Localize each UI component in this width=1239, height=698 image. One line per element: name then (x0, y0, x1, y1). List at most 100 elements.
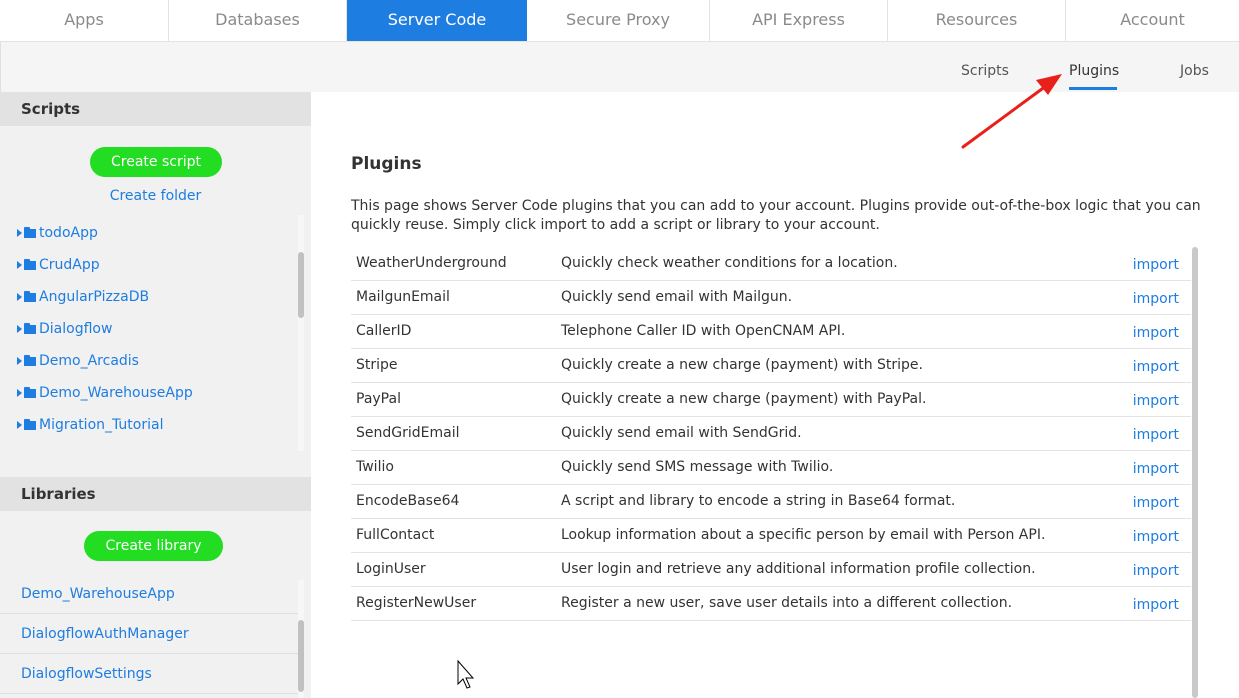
active-subtab-indicator (1069, 87, 1117, 90)
caret-right-icon[interactable] (17, 389, 22, 397)
subtab-jobs[interactable]: Jobs (1180, 63, 1209, 79)
tab-server-code[interactable]: Server Code (347, 0, 527, 41)
caret-right-icon[interactable] (17, 229, 22, 237)
folder-icon (24, 323, 36, 334)
scripts-scrollbar-thumb[interactable] (298, 252, 304, 318)
libraries-scrollbar-thumb[interactable] (298, 620, 304, 692)
plugin-description: Quickly check weather conditions for a l… (561, 255, 898, 271)
sidebar: Scripts Create script Create folder todo… (0, 92, 311, 698)
plugin-name: LoginUser (356, 561, 426, 577)
tab-resources[interactable]: Resources (888, 0, 1066, 41)
table-row: SendGridEmail Quickly send email with Se… (351, 417, 1191, 451)
folder-icon (24, 419, 36, 430)
subtab-plugins[interactable]: Plugins (1069, 63, 1119, 79)
folder-item-angularpizzadb[interactable]: AngularPizzaDB (17, 286, 149, 308)
caret-right-icon[interactable] (17, 421, 22, 429)
plugin-description: Quickly send email with SendGrid. (561, 425, 802, 441)
library-item[interactable]: DialogflowAuthManager (0, 614, 300, 654)
libraries-section-title: Libraries (0, 477, 311, 511)
plugin-description: User login and retrieve any additional i… (561, 561, 1036, 577)
folder-item-demo-arcadis[interactable]: Demo_Arcadis (17, 350, 139, 372)
import-link[interactable]: import (1133, 359, 1179, 375)
page-description: This page shows Server Code plugins that… (351, 198, 1201, 233)
create-folder-link[interactable]: Create folder (110, 188, 202, 204)
plugin-name: WeatherUnderground (356, 255, 507, 271)
plugin-name: FullContact (356, 527, 435, 543)
create-script-button[interactable]: Create script (90, 147, 222, 177)
import-link[interactable]: import (1133, 325, 1179, 341)
tab-secure-proxy[interactable]: Secure Proxy (527, 0, 710, 41)
library-item[interactable]: Demo_WarehouseApp (0, 580, 300, 614)
folder-icon (24, 259, 36, 270)
page-title: Plugins (351, 154, 422, 174)
caret-right-icon[interactable] (17, 357, 22, 365)
caret-right-icon[interactable] (17, 325, 22, 333)
scripts-folder-tree: todoApp CrudApp AngularPizzaDB Dialogflo… (0, 215, 300, 451)
table-row: Stripe Quickly create a new charge (paym… (351, 349, 1191, 383)
tab-api-express[interactable]: API Express (710, 0, 888, 41)
folder-icon (24, 355, 36, 366)
plugin-name: MailgunEmail (356, 289, 450, 305)
plugin-description: Quickly send email with Mailgun. (561, 289, 793, 305)
library-label[interactable]: DialogflowAuthManager (21, 626, 189, 642)
libraries-list: Demo_WarehouseApp DialogflowAuthManager … (0, 580, 300, 698)
scripts-scrollbar-track[interactable] (298, 215, 304, 451)
plugin-description: Quickly send SMS message with Twilio. (561, 459, 834, 475)
folder-icon (24, 227, 36, 238)
tab-apps[interactable]: Apps (0, 0, 169, 41)
plugin-name: Twilio (356, 459, 394, 475)
library-label[interactable]: DialogflowSettings (21, 666, 152, 682)
main-scrollbar[interactable] (1192, 247, 1198, 698)
plugin-description: Register a new user, save user details i… (561, 595, 1013, 611)
table-row: FullContact Lookup information about a s… (351, 519, 1191, 553)
tab-account[interactable]: Account (1066, 0, 1239, 41)
tab-databases[interactable]: Databases (169, 0, 347, 41)
create-library-button[interactable]: Create library (84, 531, 223, 561)
folder-item-dialogflow[interactable]: Dialogflow (17, 318, 112, 340)
import-link[interactable]: import (1133, 257, 1179, 273)
folder-item-crudapp[interactable]: CrudApp (17, 254, 100, 276)
library-item[interactable]: DialogflowSettings (0, 654, 300, 694)
table-row: PayPal Quickly create a new charge (paym… (351, 383, 1191, 417)
import-link[interactable]: import (1133, 427, 1179, 443)
caret-right-icon[interactable] (17, 261, 22, 269)
plugin-name: CallerID (356, 323, 412, 339)
plugin-description: Telephone Caller ID with OpenCNAM API. (561, 323, 846, 339)
import-link[interactable]: import (1133, 529, 1179, 545)
plugin-name: Stripe (356, 357, 398, 373)
create-folder-wrapper: Create folder (0, 188, 311, 204)
import-link[interactable]: import (1133, 495, 1179, 511)
folder-label[interactable]: Demo_Arcadis (39, 353, 139, 369)
folder-label[interactable]: CrudApp (39, 257, 100, 273)
folder-label[interactable]: Dialogflow (39, 321, 112, 337)
table-row: MailgunEmail Quickly send email with Mai… (351, 281, 1191, 315)
folder-label[interactable]: todoApp (39, 225, 98, 241)
folder-label[interactable]: AngularPizzaDB (39, 289, 149, 305)
import-link[interactable]: import (1133, 461, 1179, 477)
table-row: LoginUser User login and retrieve any ad… (351, 553, 1191, 587)
main-content: Plugins This page shows Server Code plug… (311, 92, 1239, 698)
folder-item-todoapp[interactable]: todoApp (17, 222, 98, 244)
folder-item-migration-tutorial[interactable]: Migration_Tutorial (17, 414, 163, 436)
scripts-section-title: Scripts (0, 92, 311, 126)
import-link[interactable]: import (1133, 291, 1179, 307)
folder-label[interactable]: Demo_WarehouseApp (39, 385, 193, 401)
plugin-name: RegisterNewUser (356, 595, 477, 611)
library-label[interactable]: Demo_WarehouseApp (21, 586, 175, 602)
sub-navigation: Scripts Plugins Jobs (0, 42, 1239, 92)
plugin-description: Quickly create a new charge (payment) wi… (561, 357, 923, 373)
import-link[interactable]: import (1133, 563, 1179, 579)
folder-item-demo-warehouseapp[interactable]: Demo_WarehouseApp (17, 382, 193, 404)
top-navigation: Apps Databases Server Code Secure Proxy … (0, 0, 1239, 42)
plugin-name: SendGridEmail (356, 425, 460, 441)
subtab-scripts[interactable]: Scripts (961, 63, 1009, 79)
import-link[interactable]: import (1133, 597, 1179, 613)
plugin-name: EncodeBase64 (356, 493, 460, 509)
folder-icon (24, 291, 36, 302)
table-row: CallerID Telephone Caller ID with OpenCN… (351, 315, 1191, 349)
table-row: WeatherUnderground Quickly check weather… (351, 247, 1191, 281)
folder-label[interactable]: Migration_Tutorial (39, 417, 163, 433)
table-row: Twilio Quickly send SMS message with Twi… (351, 451, 1191, 485)
import-link[interactable]: import (1133, 393, 1179, 409)
caret-right-icon[interactable] (17, 293, 22, 301)
